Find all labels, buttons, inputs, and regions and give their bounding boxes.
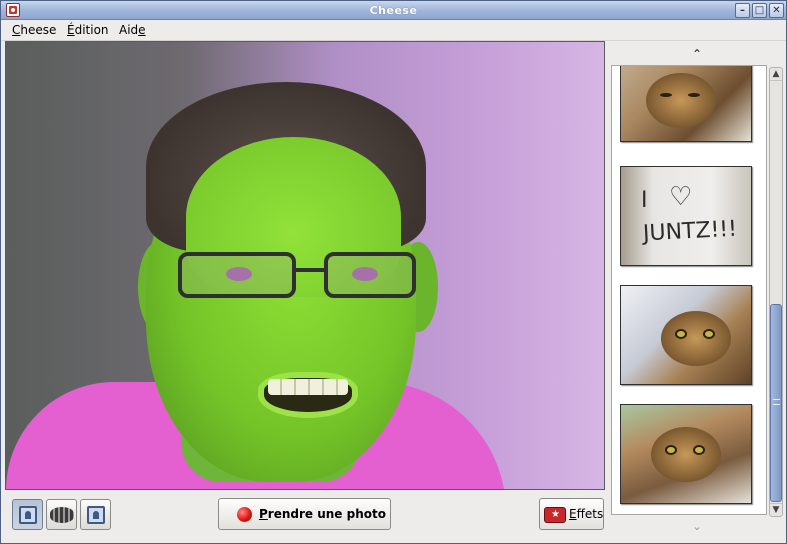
- viewport-glasses-bridge: [294, 268, 328, 272]
- close-button[interactable]: ✕: [769, 3, 784, 18]
- video-mode-icon: [50, 507, 74, 523]
- menu-cheese[interactable]: Cheese: [12, 23, 56, 37]
- cat-image: [661, 311, 731, 366]
- heart-icon: ♡: [669, 182, 693, 212]
- thumbnail-sidebar: ⌃ I ♡ JUNTZ!!! ▲ ▼ ⌄: [611, 41, 786, 539]
- bottom-toolbar: Prendre une photo Effets: [5, 491, 605, 539]
- cat-eye-icon: [693, 445, 705, 455]
- maximize-button[interactable]: □: [752, 3, 767, 18]
- sign-text-line1: I: [641, 188, 648, 213]
- effects-button[interactable]: Effets: [539, 498, 604, 530]
- thumbnail-item[interactable]: [620, 404, 752, 504]
- window-title: Cheese: [369, 4, 418, 17]
- title-bar[interactable]: Cheese – □ ✕: [1, 1, 786, 20]
- scrollbar-thumb[interactable]: [770, 304, 782, 502]
- cat-eye-icon: [665, 445, 677, 455]
- scrollbar-grip-icon: [773, 399, 780, 405]
- scrollbar-down-arrow-icon[interactable]: ▼: [770, 503, 782, 516]
- thumbnail-scrollbar[interactable]: ▲ ▼: [769, 67, 783, 517]
- scroll-down-icon[interactable]: ⌄: [611, 519, 783, 535]
- thumbnail-item[interactable]: I ♡ JUNTZ!!!: [620, 166, 752, 266]
- cat-eye-icon: [675, 329, 687, 339]
- menu-bar: Cheese Édition Aide: [1, 20, 786, 41]
- viewport-teeth: [268, 379, 348, 395]
- take-photo-button[interactable]: Prendre une photo: [218, 498, 391, 530]
- menu-edition[interactable]: Édition: [67, 23, 109, 37]
- menu-aide[interactable]: Aide: [119, 23, 146, 37]
- effects-icon: [544, 507, 566, 523]
- record-icon: [237, 507, 252, 522]
- burst-mode-icon: [87, 506, 105, 524]
- take-photo-label: Prendre une photo: [259, 507, 386, 521]
- thumbnail-list: I ♡ JUNTZ!!!: [611, 65, 767, 515]
- burst-mode-button[interactable]: [80, 499, 111, 530]
- cat-eye-icon: [703, 329, 715, 339]
- sign-text-line2: JUNTZ!!!: [642, 216, 738, 247]
- scroll-up-icon[interactable]: ⌃: [611, 43, 783, 65]
- photo-mode-button[interactable]: [12, 499, 43, 530]
- cat-eye-icon: [688, 93, 700, 97]
- viewport-glasses-left: [178, 252, 296, 298]
- viewport-glasses-right: [324, 252, 416, 298]
- photo-mode-icon: [19, 506, 37, 524]
- cat-image: [651, 427, 721, 482]
- effects-label: Effets: [569, 507, 604, 521]
- webcam-viewport: [5, 41, 605, 490]
- cat-eye-icon: [660, 93, 672, 97]
- cat-image: [646, 73, 716, 128]
- cheese-window: Cheese – □ ✕ Cheese Édition Aide ⌃ I ♡ J…: [0, 0, 787, 544]
- thumbnail-item[interactable]: [620, 66, 752, 142]
- thumbnail-item[interactable]: [620, 285, 752, 385]
- scrollbar-up-arrow-icon[interactable]: ▲: [770, 68, 782, 81]
- video-mode-button[interactable]: [46, 499, 77, 530]
- minimize-button[interactable]: –: [735, 3, 750, 18]
